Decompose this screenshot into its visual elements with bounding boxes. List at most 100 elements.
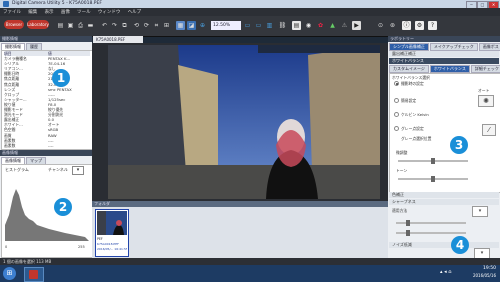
wb-option-kelvin: ケルビン Kelvin xyxy=(401,112,429,117)
image-info-panel: 画像情報 画像情報 マップ ヒストグラム チャンネル ▾ 0 255 xyxy=(0,150,93,258)
badge-3: 3 xyxy=(450,136,468,154)
section-color[interactable]: 色補正 xyxy=(389,192,499,198)
print-icon[interactable]: ⎙ xyxy=(76,21,85,30)
undo-icon[interactable]: ↶ xyxy=(100,21,109,30)
zoom-field[interactable]: 12.50% xyxy=(211,21,241,30)
view-double-icon[interactable]: ▭ xyxy=(254,21,263,30)
wb-auto-label: オート xyxy=(478,88,490,93)
open-icon[interactable]: ▤ xyxy=(56,21,65,30)
sharp-slider-2[interactable] xyxy=(396,230,466,236)
laboratory-button[interactable]: Laboratory xyxy=(27,20,49,29)
crop-icon[interactable]: ⌗ xyxy=(152,21,161,30)
badge-2: 2 xyxy=(54,198,72,216)
info-row: 画素数 ---- xyxy=(4,143,90,148)
subtab-detail-check[interactable]: 詳細チェック xyxy=(470,65,500,73)
wb-radio-gray[interactable] xyxy=(394,126,399,131)
tab-simple-correction[interactable]: シンプル画像補正 xyxy=(389,43,429,51)
view-split-icon[interactable]: ▥ xyxy=(265,21,274,30)
warning-icon[interactable]: ⚠ xyxy=(340,21,349,30)
filmstrip-panel: フォルダ PEF K75A0018.PEF 2016/05/... 16:41:… xyxy=(92,201,388,258)
histogram-area xyxy=(5,189,89,241)
rotate-left-icon[interactable]: ⟲ xyxy=(132,21,141,30)
redo-icon[interactable]: ↷ xyxy=(110,21,119,30)
wb-select-title: ホワイトバランス選択 xyxy=(392,75,430,80)
menu-window[interactable]: ウィンドウ xyxy=(95,8,124,16)
clock-date[interactable]: 2016/05/16 xyxy=(466,273,496,278)
thumbnail-image xyxy=(97,211,127,235)
menu-help[interactable]: ヘルプ xyxy=(125,8,145,16)
fit-icon[interactable]: ◪ xyxy=(187,21,196,30)
tab-image-post[interactable]: 画像ポスト xyxy=(478,43,500,51)
fine-adjust-knob[interactable] xyxy=(431,158,435,164)
section-sharpness[interactable]: シャープネス xyxy=(389,199,499,205)
tab-makeup-check[interactable]: メイクアップチェック xyxy=(429,43,478,51)
start-button[interactable]: ⊞ xyxy=(3,267,16,280)
menu-view[interactable]: 表示 xyxy=(42,8,57,16)
fine-adjust-label: 微調整 xyxy=(396,150,408,155)
sharp-knob[interactable] xyxy=(406,220,410,226)
subtab-custom-image[interactable]: カスタムイメージ xyxy=(389,65,429,73)
thumbnail-info-2: 2016/05/... 16:41:55 xyxy=(97,247,127,251)
filmstrip-icon[interactable]: ▤ xyxy=(292,21,301,30)
photo-preview xyxy=(108,45,380,199)
taskbar-app-button[interactable] xyxy=(24,267,44,282)
clock-time[interactable]: 19:50 xyxy=(466,266,496,271)
sharp-method-select[interactable]: ▾ xyxy=(472,206,488,217)
status-bar: 1 個の画像を選択 113 MB xyxy=(0,258,500,265)
color-icon[interactable]: ✿ xyxy=(316,21,325,30)
compare-icon[interactable]: ⊞ xyxy=(162,21,171,30)
tone-slider[interactable] xyxy=(398,176,468,182)
sharp-slider[interactable] xyxy=(396,220,466,226)
badge-1: 1 xyxy=(52,69,70,87)
toolbar: Browser Laboratory ▤ ▣ ⎙ ▬ ↶ ↷ ⧉ ⟲ ⟳ ⌗ ⊞… xyxy=(0,16,500,37)
eyedropper-icon[interactable]: ⁄ xyxy=(482,124,496,136)
document-tab[interactable]: K75A0018.PEF xyxy=(93,36,143,43)
menu-image[interactable]: 画像 xyxy=(58,8,73,16)
wb-radio-direct[interactable] xyxy=(394,98,399,103)
info-table: 項目値 カメラ機種名 PENTAX K... シリアル 7E-04-16 リアコン...… xyxy=(1,50,93,150)
grid-icon[interactable]: ▦ xyxy=(176,21,185,30)
thumbnail-name: PEF xyxy=(97,237,103,241)
help-icon[interactable]: ? xyxy=(428,21,437,30)
copy-icon[interactable]: ⧉ xyxy=(120,21,129,30)
menu-file[interactable]: ファイル xyxy=(0,8,24,16)
section-white-balance[interactable]: ホワイトバランス xyxy=(389,58,499,64)
settings-icon[interactable]: ▬ xyxy=(86,21,95,30)
eye-icon[interactable]: ◉ xyxy=(304,21,313,30)
histogram-icon[interactable]: ▲ xyxy=(328,21,337,30)
wb-auto-icon[interactable]: ✺ xyxy=(478,95,494,107)
info-icon[interactable]: ⓘ xyxy=(402,21,411,30)
histogram-max: 255 xyxy=(78,245,85,249)
wb-gray-position: グレー点選択位置 xyxy=(401,136,432,141)
menu-edit[interactable]: 編集 xyxy=(25,8,40,16)
badge-4: 4 xyxy=(451,236,469,254)
histogram-label: ヒストグラム xyxy=(5,167,29,172)
filmstrip-title: フォルダ xyxy=(92,201,388,207)
menu-tools[interactable]: ツール xyxy=(74,8,94,16)
tray-icons[interactable]: ▴ ◂ ⌂ xyxy=(440,269,451,275)
slideshow-icon[interactable]: ▶ xyxy=(352,21,361,30)
rotate-right-icon[interactable]: ⟳ xyxy=(142,21,151,30)
view-single-icon[interactable]: ▭ xyxy=(243,21,252,30)
link-icon[interactable]: ⛓ xyxy=(278,21,287,30)
process-icon[interactable]: ⊙ xyxy=(376,21,385,30)
gear-icon[interactable]: ⚙ xyxy=(415,21,424,30)
wb-radio-kelvin[interactable] xyxy=(394,112,399,117)
subtab-white-balance[interactable]: ホワイトバランス xyxy=(429,65,470,73)
fine-adjust-slider[interactable] xyxy=(398,158,468,164)
channel-select[interactable]: ▾ xyxy=(72,166,84,175)
sharp-knob-2[interactable] xyxy=(406,230,410,236)
thumbnail[interactable]: PEF K75A0018.PEF 2016/05/... 16:41:55 xyxy=(95,209,129,257)
save-icon[interactable]: ▣ xyxy=(66,21,75,30)
laboratory-panel: ラボラトリー シンプル画像補正メイクアップチェック画像ポスト 露出補正補正 ホワ… xyxy=(388,36,500,259)
batch-icon[interactable]: ⊛ xyxy=(388,21,397,30)
zoom-icon[interactable]: ⊕ xyxy=(198,21,207,30)
tone-knob[interactable] xyxy=(431,176,435,182)
white-balance-box: ホワイトバランス選択 撮影時の設定 オート ✺ 簡易設定 ケルビン Kelvin… xyxy=(389,73,500,193)
wb-option-gray: グレー点設定 xyxy=(401,126,424,131)
histogram-box: ヒストグラム チャンネル ▾ 0 255 xyxy=(1,164,93,258)
wb-radio-shooting[interactable] xyxy=(394,81,399,86)
image-viewer[interactable] xyxy=(92,43,388,201)
section-exposure[interactable]: 露出補正補正 xyxy=(389,51,499,57)
browser-button[interactable]: Browser xyxy=(4,20,24,29)
